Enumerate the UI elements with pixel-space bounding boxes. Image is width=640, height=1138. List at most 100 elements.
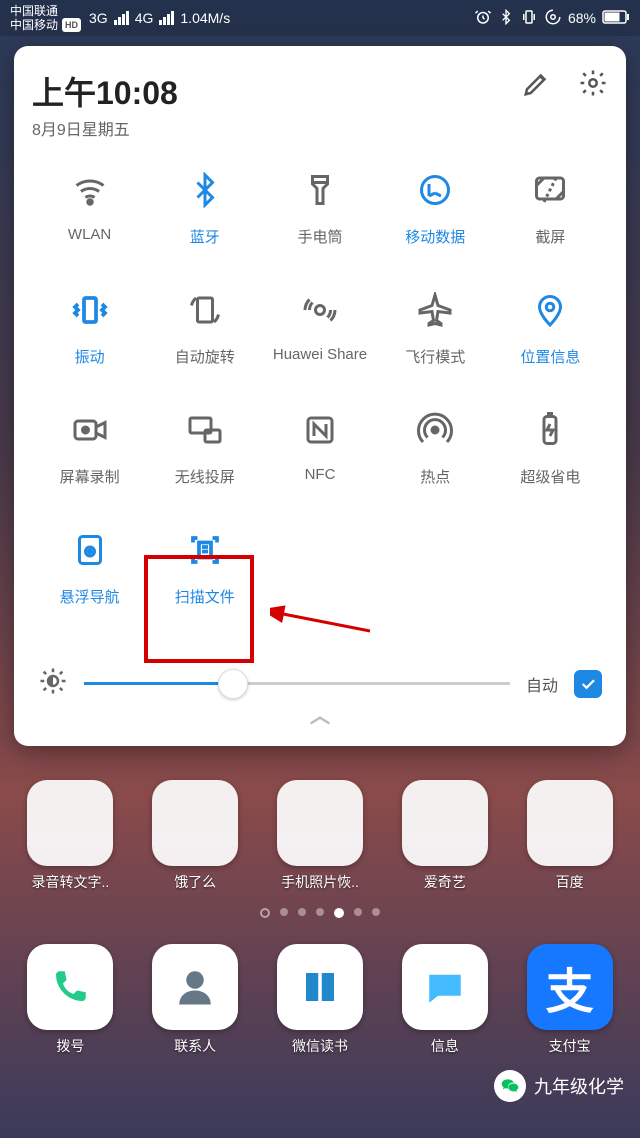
clock-time[interactable]: 上午10:08 [32, 68, 178, 114]
baidu-icon [527, 780, 613, 866]
panel-collapse-handle[interactable] [32, 709, 608, 738]
messages-icon [402, 944, 488, 1030]
app-label: 拨号 [56, 1036, 84, 1056]
tile-location[interactable]: 位置信息 [493, 288, 608, 408]
voice2text-icon [27, 780, 113, 866]
tile-label: WLAN [68, 226, 111, 243]
tile-label: 飞行模式 [405, 346, 465, 367]
carrier-2: 中国移动 [10, 18, 58, 32]
wireless-proj-icon [183, 408, 227, 452]
auto-rotate-icon [183, 288, 227, 332]
tile-mobile-data[interactable]: 移动数据 [378, 168, 493, 288]
app-messages[interactable]: 信息 [387, 944, 503, 1056]
app-label: 爱奇艺 [424, 872, 466, 892]
tile-auto-rotate[interactable]: 自动旋转 [147, 288, 262, 408]
app-label: 手机照片恢.. [281, 872, 359, 892]
wechat-icon [494, 1070, 526, 1102]
tile-flashlight[interactable]: 手电筒 [262, 168, 377, 288]
iqiyi-icon [402, 780, 488, 866]
tile-float-nav[interactable]: 悬浮导航 [32, 528, 147, 648]
tile-vibrate[interactable]: 振动 [32, 288, 147, 408]
huawei-share-icon [298, 288, 342, 332]
net-speed: 1.04M/s [180, 10, 230, 26]
tile-wlan[interactable]: WLAN [32, 168, 147, 288]
app-label: 百度 [556, 872, 584, 892]
annotation-arrow [270, 601, 380, 646]
carrier-block: 中国联通 中国移动 HD [10, 4, 81, 32]
screen-record-icon [68, 408, 112, 452]
net-type-2: 4G [135, 10, 154, 26]
tile-screen-record[interactable]: 屏幕录制 [32, 408, 147, 528]
app-label: 联系人 [174, 1036, 216, 1056]
auto-brightness-label: 自动 [526, 672, 558, 696]
auto-brightness-checkbox[interactable] [574, 670, 602, 698]
airplane-icon [413, 288, 457, 332]
tile-label: NFC [305, 466, 336, 483]
vibrate-icon [520, 8, 538, 29]
contacts-icon [152, 944, 238, 1030]
tile-huawei-share[interactable]: Huawei Share [262, 288, 377, 408]
signal-bars-1 [114, 11, 129, 25]
tile-label: 蓝牙 [190, 226, 220, 247]
watermark: 九年级化学 [494, 1070, 624, 1102]
app-voice2text[interactable]: 录音转文字.. [12, 780, 128, 892]
status-right: 68% [474, 8, 630, 29]
mobile-data-icon [413, 168, 457, 212]
app-label: 微信读书 [292, 1036, 348, 1056]
home-page-dot[interactable] [260, 908, 270, 918]
tile-label: Huawei Share [273, 346, 367, 363]
status-bar: 中国联通 中国移动 HD 3G 4G 1.04M/s 68% [0, 0, 640, 36]
bluetooth-icon [183, 168, 227, 212]
nfc-icon [298, 408, 342, 452]
app-photo-recover[interactable]: 手机照片恢.. [262, 780, 378, 892]
tile-label: 移动数据 [405, 226, 465, 247]
app-weread[interactable]: 微信读书 [262, 944, 378, 1056]
tile-airplane[interactable]: 飞行模式 [378, 288, 493, 408]
tile-label: 位置信息 [520, 346, 580, 367]
tile-screenshot[interactable]: 截屏 [493, 168, 608, 288]
app-contacts[interactable]: 联系人 [137, 944, 253, 1056]
battery-percent: 68% [568, 10, 596, 26]
eleme-icon [152, 780, 238, 866]
brightness-icon [38, 666, 68, 701]
app-alipay[interactable]: 支支付宝 [512, 944, 628, 1056]
tile-label: 热点 [420, 466, 450, 487]
signal-block: 3G 4G 1.04M/s [89, 10, 230, 26]
tile-label: 悬浮导航 [60, 586, 120, 607]
hd-badge: HD [62, 18, 81, 32]
alipay-icon: 支 [527, 944, 613, 1030]
quick-settings-panel: 上午10:08 8月9日星期五 WLAN 蓝牙 手电筒 移动数据 截屏振动自动旋转 Hua… [14, 46, 626, 746]
app-eleme[interactable]: 饿了么 [137, 780, 253, 892]
carrier-1: 中国联通 [10, 4, 81, 18]
app-dialer[interactable]: 拨号 [12, 944, 128, 1056]
tile-nfc[interactable]: NFC [262, 408, 377, 528]
app-label: 饿了么 [174, 872, 216, 892]
float-nav-icon [68, 528, 112, 572]
tile-hotspot[interactable]: 热点 [378, 408, 493, 528]
battery-icon [602, 10, 630, 27]
app-baidu[interactable]: 百度 [512, 780, 628, 892]
tile-wireless-proj[interactable]: 无线投屏 [147, 408, 262, 528]
settings-button[interactable] [578, 68, 608, 98]
tile-bluetooth[interactable]: 蓝牙 [147, 168, 262, 288]
weread-icon [277, 944, 363, 1030]
page-indicator[interactable] [0, 908, 640, 918]
tile-label: 无线投屏 [175, 466, 235, 487]
app-label: 信息 [431, 1036, 459, 1056]
clock-date[interactable]: 8月9日星期五 [32, 116, 178, 140]
hotspot-icon [413, 408, 457, 452]
signal-bars-2 [159, 11, 174, 25]
app-iqiyi[interactable]: 爱奇艺 [387, 780, 503, 892]
tile-label: 屏幕录制 [60, 466, 120, 487]
tile-label: 截屏 [535, 226, 565, 247]
tile-power-save[interactable]: 超级省电 [493, 408, 608, 528]
dock: 拨号 联系人 微信读书 信息 支支付宝 [0, 934, 640, 1070]
wlan-icon [68, 168, 112, 212]
edit-tiles-button[interactable] [522, 68, 552, 98]
screenshot-icon [528, 168, 572, 212]
annotation-highlight [144, 555, 254, 663]
app-label: 支付宝 [549, 1036, 591, 1056]
location-icon [528, 288, 572, 332]
power-save-icon [528, 408, 572, 452]
brightness-slider[interactable] [84, 669, 510, 699]
